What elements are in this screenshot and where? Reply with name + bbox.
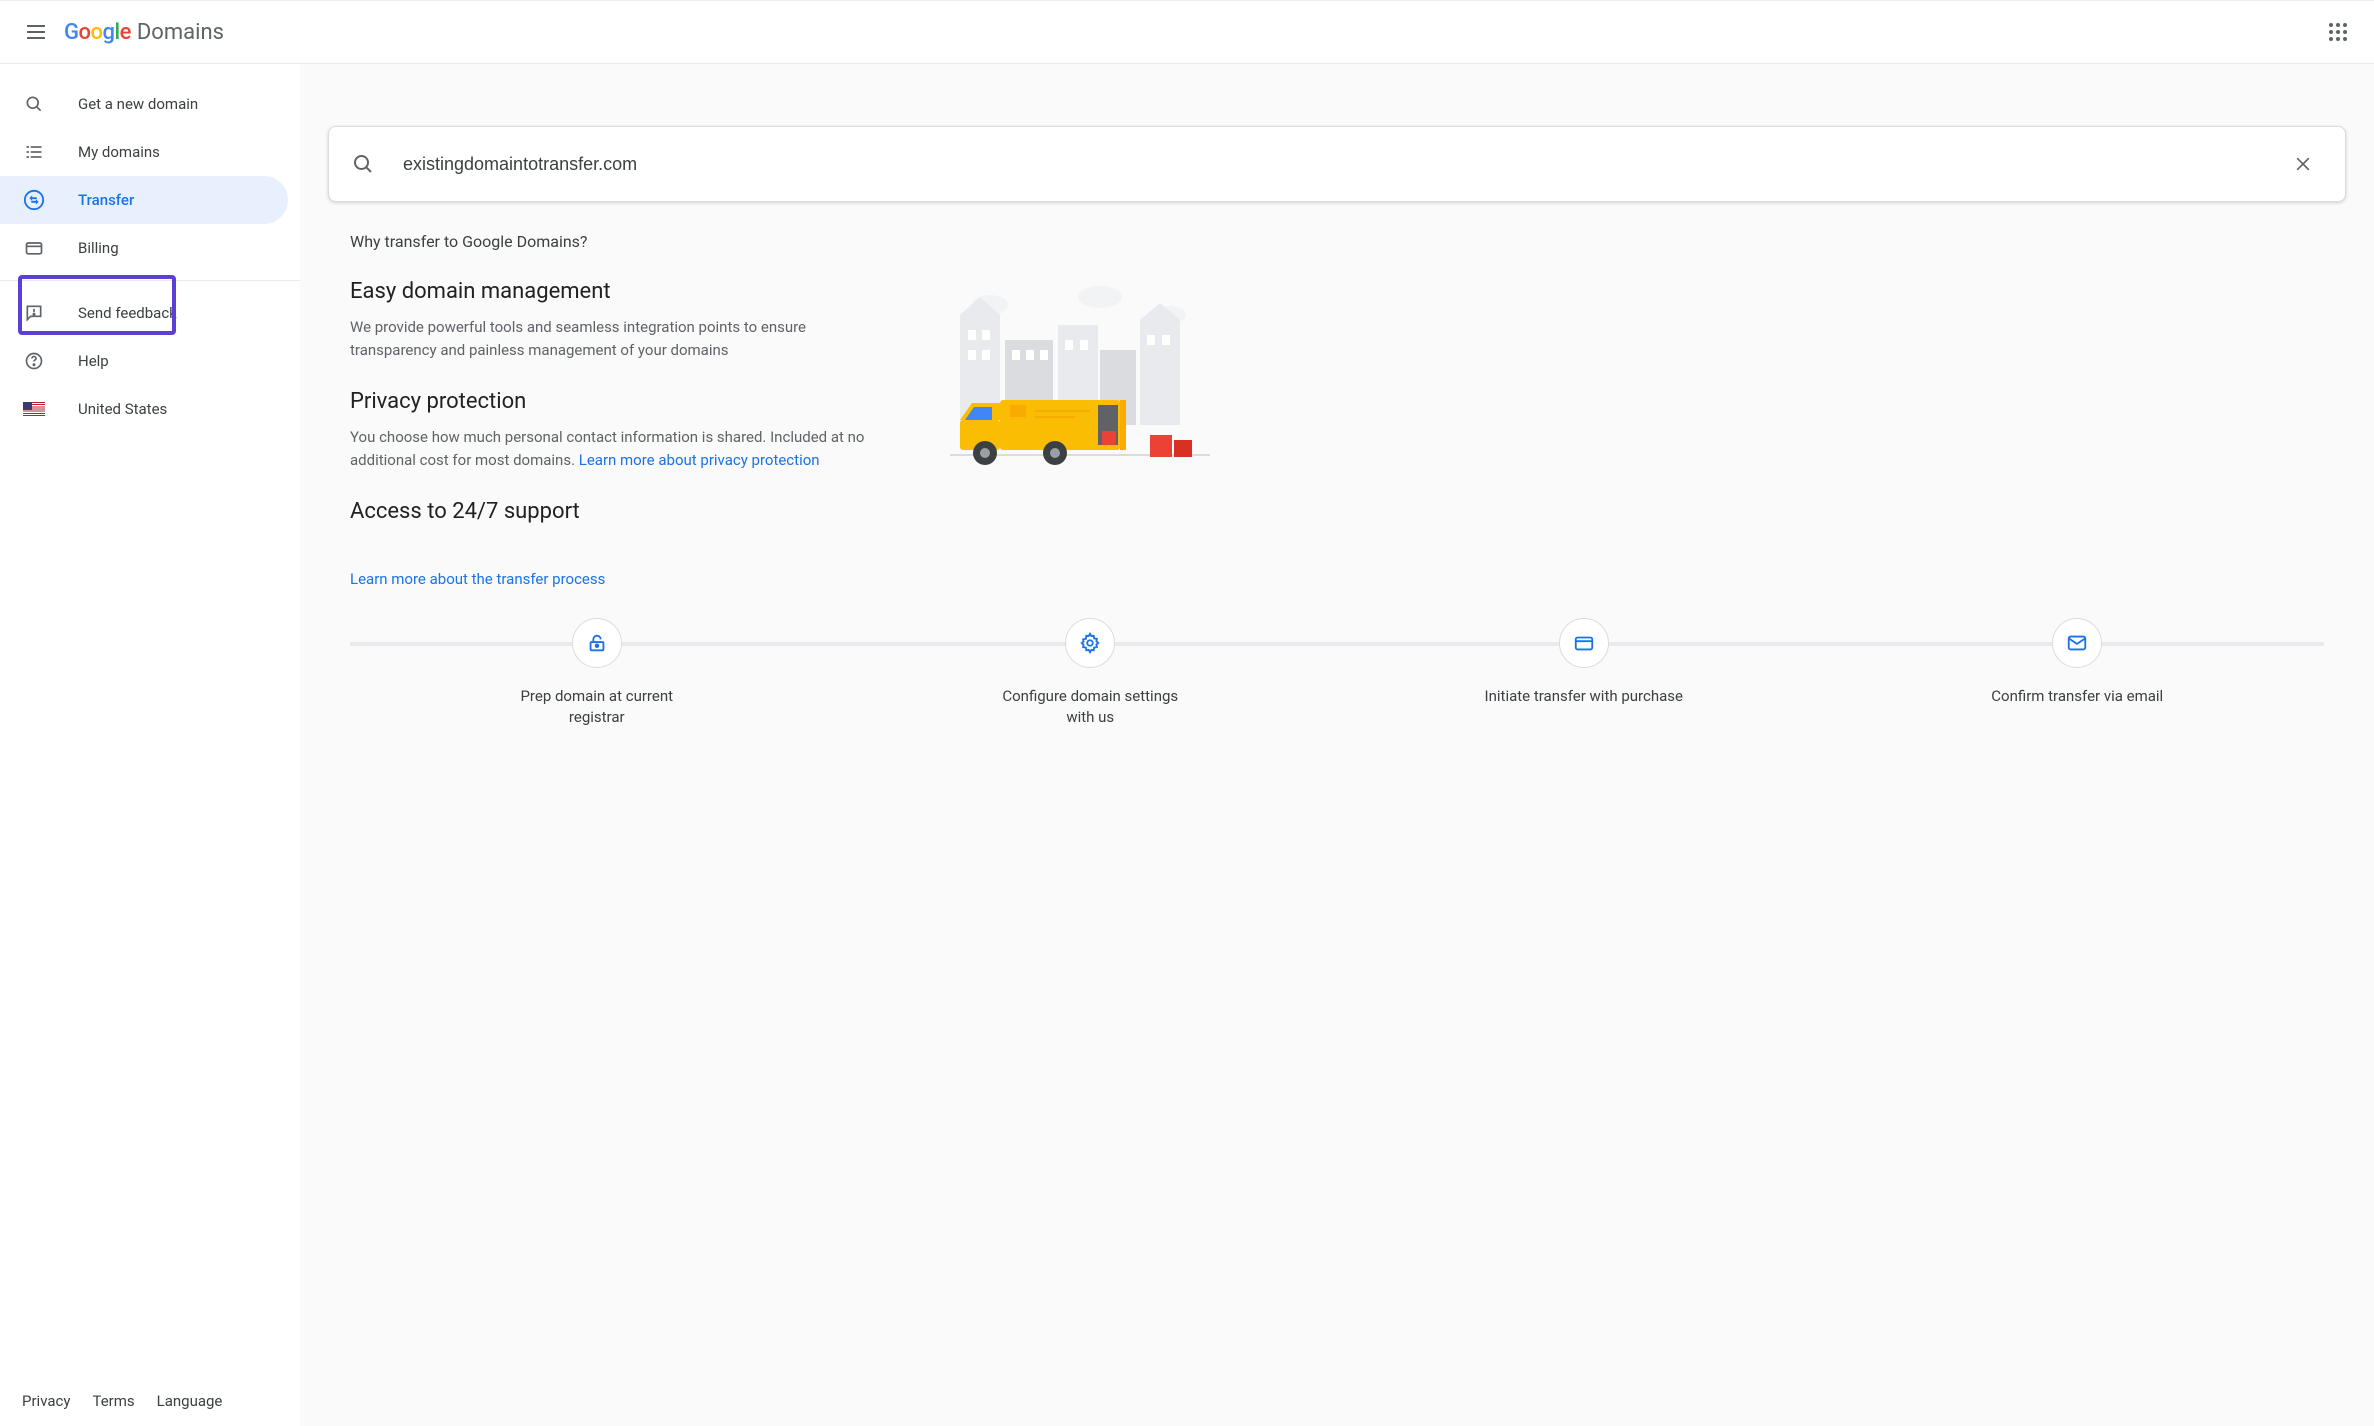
- search-icon: [22, 92, 46, 116]
- why-transfer-heading: Why transfer to Google Domains?: [350, 232, 2324, 251]
- sidebar-item-label: My domains: [78, 143, 160, 161]
- sidebar-item-billing[interactable]: Billing: [0, 224, 288, 272]
- main-menu-button[interactable]: [16, 12, 56, 52]
- unlock-icon: [586, 632, 608, 654]
- footer-language-link[interactable]: Language: [157, 1392, 223, 1410]
- sidebar-item-label: Transfer: [78, 191, 134, 209]
- feature-easy-management: Easy domain management We provide powerf…: [350, 279, 890, 361]
- sidebar-item-label: Get a new domain: [78, 95, 198, 113]
- feature-body: We provide powerful tools and seamless i…: [350, 316, 890, 361]
- product-name: Domains: [137, 20, 224, 45]
- flag-us-icon: [22, 397, 46, 421]
- list-icon: [22, 140, 46, 164]
- feature-support: Access to 24/7 support: [350, 499, 890, 524]
- transfer-illustration: [950, 285, 1210, 475]
- transfer-steps: Prep domain at current registrar Configu…: [350, 618, 2324, 728]
- search-icon: [351, 152, 375, 176]
- hamburger-icon: [27, 25, 45, 39]
- google-apps-button[interactable]: [2318, 12, 2358, 52]
- transfer-domain-input[interactable]: [403, 154, 2255, 175]
- feature-body: You choose how much personal contact inf…: [350, 426, 890, 471]
- step-label: Prep domain at current registrar: [497, 686, 697, 728]
- step-initiate-transfer: Initiate transfer with purchase: [1337, 618, 1831, 707]
- privacy-learn-more-link[interactable]: Learn more about privacy protection: [579, 451, 820, 469]
- sidebar-item-my-domains[interactable]: My domains: [0, 128, 288, 176]
- step-label: Initiate transfer with purchase: [1485, 686, 1683, 707]
- feedback-icon: [22, 301, 46, 325]
- main-content: Why transfer to Google Domains? Easy dom…: [300, 64, 2374, 1426]
- sidebar-footer: Privacy Terms Language: [0, 1376, 300, 1426]
- sidebar-item-country[interactable]: United States: [0, 385, 288, 433]
- step-confirm-email: Confirm transfer via email: [1831, 618, 2325, 707]
- help-icon: [22, 349, 46, 373]
- transfer-icon: [22, 188, 46, 212]
- credit-card-icon: [22, 236, 46, 260]
- google-logo-text: Google: [64, 20, 131, 45]
- step-configure-settings: Configure domain settings with us: [844, 618, 1338, 728]
- sidebar-item-get-new-domain[interactable]: Get a new domain: [0, 80, 288, 128]
- footer-privacy-link[interactable]: Privacy: [22, 1392, 70, 1410]
- close-icon: [2293, 154, 2313, 174]
- sidebar-item-help[interactable]: Help: [0, 337, 288, 385]
- step-prep-domain: Prep domain at current registrar: [350, 618, 844, 728]
- apps-grid-icon: [2329, 23, 2347, 41]
- sidebar-item-transfer[interactable]: Transfer: [0, 176, 288, 224]
- step-label: Confirm transfer via email: [1991, 686, 2163, 707]
- learn-transfer-process-link[interactable]: Learn more about the transfer process: [350, 570, 605, 588]
- sidebar-item-label: Send feedback: [78, 304, 177, 322]
- step-label: Configure domain settings with us: [990, 686, 1190, 728]
- email-icon: [2066, 632, 2088, 654]
- footer-terms-link[interactable]: Terms: [92, 1392, 134, 1410]
- credit-card-icon: [1573, 632, 1595, 654]
- feature-title: Access to 24/7 support: [350, 499, 890, 524]
- sidebar-item-label: Help: [78, 352, 109, 370]
- transfer-search-card: [328, 126, 2346, 202]
- feature-privacy-protection: Privacy protection You choose how much p…: [350, 389, 890, 471]
- clear-search-button[interactable]: [2283, 144, 2323, 184]
- top-bar: Google Domains: [0, 0, 2374, 64]
- feature-title: Easy domain management: [350, 279, 890, 304]
- gear-icon: [1079, 632, 1101, 654]
- feature-title: Privacy protection: [350, 389, 890, 414]
- sidebar-item-send-feedback[interactable]: Send feedback: [0, 289, 288, 337]
- sidebar: Get a new domain My domains Transfer Bil…: [0, 64, 300, 1426]
- product-logo[interactable]: Google Domains: [64, 20, 224, 45]
- sidebar-item-label: Billing: [78, 239, 119, 257]
- sidebar-divider: [0, 280, 300, 281]
- sidebar-item-label: United States: [78, 400, 167, 418]
